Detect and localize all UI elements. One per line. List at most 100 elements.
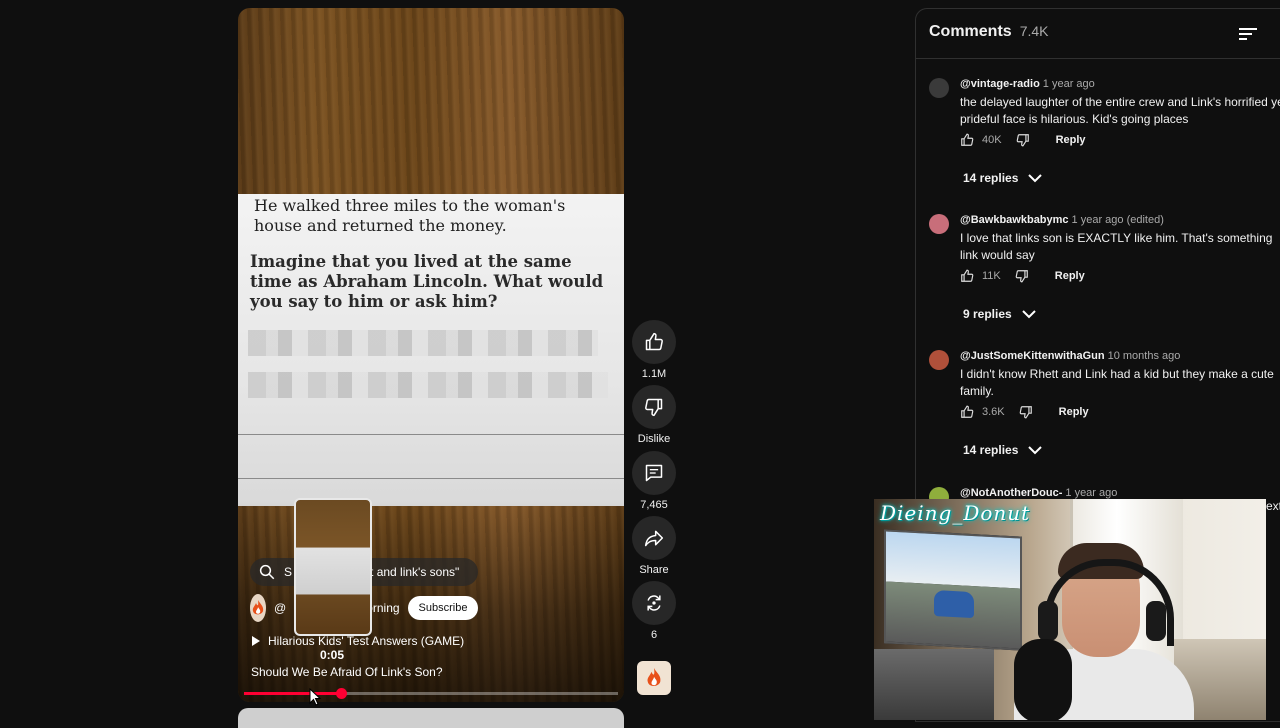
pixelated-answer (248, 330, 598, 356)
comment-author-line: @Bawkbawkbabymc 1 year ago (edited) (960, 214, 1164, 226)
comment-author[interactable]: @JustSomeKittenwithaGun (960, 350, 1105, 362)
share-label: Share (639, 564, 669, 576)
comment-time: 1 year ago (1065, 487, 1118, 499)
comment-author[interactable]: @Bawkbawkbabymc (960, 214, 1069, 226)
comment-count: 7,465 (640, 499, 668, 511)
mouse-cursor-icon (309, 688, 322, 706)
play-icon (252, 636, 260, 646)
like-count: 1.1M (641, 368, 667, 380)
channel-name-start[interactable]: @ (274, 601, 286, 615)
like-icon[interactable] (960, 269, 974, 283)
clipped-comment-text: ext (1266, 499, 1280, 513)
avatar[interactable] (929, 214, 949, 234)
comment-author-line: @JustSomeKittenwithaGun 10 months ago (960, 350, 1180, 362)
avatar[interactable] (929, 78, 949, 98)
comment-author[interactable]: @NotAnotherDouc- (960, 487, 1062, 499)
progress-bar[interactable] (244, 688, 618, 699)
replies-count: 14 replies (963, 443, 1019, 457)
remix-action: 6 (632, 581, 676, 641)
dislike-label: Dislike (637, 433, 671, 445)
related-video-link[interactable]: Hilarious Kids' Test Answers (GAME) (252, 634, 464, 648)
dislike-icon[interactable] (1019, 405, 1033, 419)
replies-toggle[interactable]: 14 replies (963, 443, 1043, 457)
avatar[interactable] (929, 350, 949, 370)
comment-actions: 3.6K Reply (960, 402, 1089, 422)
short-title[interactable]: Should We Be Afraid Of Link's Son? (251, 665, 443, 679)
comment-like-count: 3.6K (982, 406, 1005, 418)
headphone-cup (1146, 601, 1166, 641)
webcam-monitor (884, 529, 1022, 651)
progress-fill (244, 692, 342, 695)
remix-icon (647, 595, 661, 611)
worksheet-rule (238, 434, 624, 435)
remix-count: 6 (650, 629, 658, 641)
webcam-overlay: Dieing_Donut (874, 499, 1266, 720)
sort-icon[interactable] (1239, 27, 1257, 41)
flame-logo-icon (252, 600, 264, 615)
comment-author-line: @vintage-radio 1 year ago (960, 78, 1095, 90)
like-icon (645, 332, 663, 351)
comment-author[interactable]: @vintage-radio (960, 78, 1040, 90)
reply-button[interactable]: Reply (1059, 406, 1089, 418)
dislike-button[interactable] (632, 385, 676, 429)
like-icon[interactable] (960, 405, 974, 419)
comments-count: 7.4K (1019, 23, 1049, 39)
worksheet-line: He walked three miles to the woman's hou… (254, 196, 566, 235)
video-frame-worksheet: He walked three miles to the woman's hou… (238, 194, 624, 506)
flame-logo-icon (647, 668, 661, 686)
like-action: 1.1M (632, 320, 676, 380)
pixelated-answer (248, 372, 608, 398)
chevron-down-icon (1028, 446, 1043, 455)
webcam-desk (874, 649, 994, 720)
dislike-action: Dislike (632, 385, 676, 445)
monitor-sky (886, 531, 1020, 589)
replies-toggle[interactable]: 14 replies (963, 171, 1043, 185)
comment-icon (645, 464, 663, 482)
search-chip-text-start: S (284, 565, 293, 579)
channel-thumbnail[interactable] (637, 661, 671, 695)
comment-text: the delayed laughter of the entire crew … (960, 95, 1280, 126)
channel-avatar[interactable] (250, 594, 266, 622)
replies-count: 14 replies (963, 171, 1019, 185)
comment-author-line: @NotAnotherDouc- 1 year ago (960, 487, 1117, 499)
share-button[interactable] (632, 516, 676, 560)
comment-time: 1 year ago (1042, 78, 1095, 90)
reply-button[interactable]: Reply (1055, 270, 1085, 282)
comment-like-count: 11K (982, 270, 1001, 282)
comment-text: I love that links son is EXACTLY like hi… (960, 231, 1273, 262)
reply-button[interactable]: Reply (1056, 134, 1086, 146)
search-icon (259, 564, 275, 580)
like-button[interactable] (632, 320, 676, 364)
dislike-icon[interactable] (1016, 133, 1030, 147)
comments-button[interactable] (632, 451, 676, 495)
related-video-title: Hilarious Kids' Test Answers (GAME) (268, 634, 465, 648)
header-divider (916, 58, 1280, 59)
replies-toggle[interactable]: 9 replies (963, 307, 1036, 321)
chevron-down-icon (1021, 310, 1036, 319)
share-action: Share (632, 516, 676, 576)
like-icon[interactable] (960, 133, 974, 147)
scrub-preview-thumbnail (294, 498, 372, 636)
subscribe-button[interactable]: Subscribe (407, 596, 479, 620)
worksheet-rule (238, 478, 624, 479)
next-short-peek[interactable] (238, 708, 624, 728)
comment-text: I didn't know Rhett and Link had a kid b… (960, 367, 1274, 398)
comments-title: Comments (929, 23, 1012, 40)
worksheet-question: Imagine that you lived at the same time … (250, 252, 604, 311)
comments-action: 7,465 (632, 451, 676, 511)
dislike-icon (645, 398, 663, 417)
dislike-icon[interactable] (1015, 269, 1029, 283)
comment-time: 1 year ago (edited) (1071, 214, 1164, 226)
monitor-car (934, 590, 974, 619)
comment-actions: 11K Reply (960, 266, 1085, 286)
scrub-preview-time: 0:05 (319, 648, 345, 662)
comment-time: 10 months ago (1107, 350, 1181, 362)
comment-actions: 40K Reply (960, 130, 1086, 150)
streamer (1014, 539, 1194, 720)
replies-count: 9 replies (963, 307, 1012, 321)
headphone-cup (1038, 601, 1058, 641)
streamer-name: Dieing_Donut (880, 501, 1031, 525)
chevron-down-icon (1028, 174, 1043, 183)
remix-button[interactable] (632, 581, 676, 625)
comments-header: Comments 7.4K (929, 23, 1049, 41)
